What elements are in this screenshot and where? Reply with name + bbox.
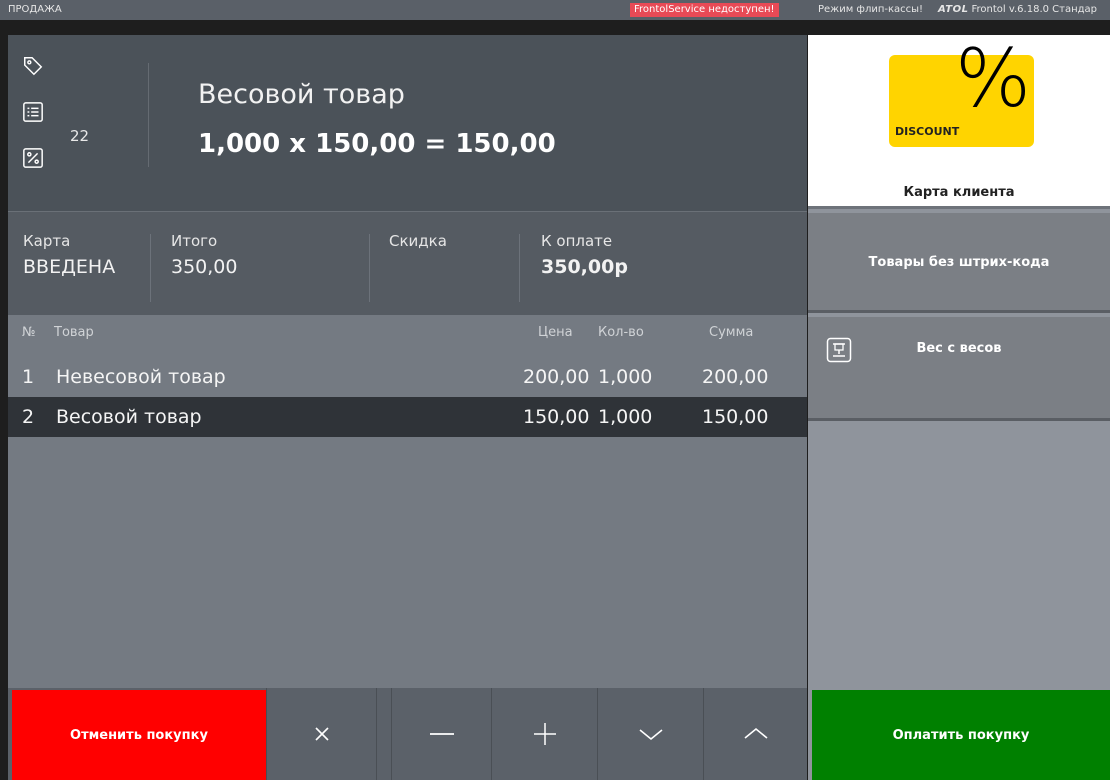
- delete-button[interactable]: [266, 688, 376, 780]
- title-bar: ПРОДАЖА FrontolService недоступен! Режим…: [0, 0, 1110, 20]
- col-num-header: №: [22, 325, 36, 340]
- row-num: 2: [22, 406, 35, 428]
- no-barcode-items-button[interactable]: Товары без штрих-кода: [808, 213, 1110, 313]
- amount-due: К оплате 350,00р: [541, 232, 628, 278]
- row-qty: 1,000: [598, 366, 653, 388]
- increase-button[interactable]: [491, 688, 597, 780]
- row-product: Весовой товар: [56, 406, 202, 428]
- function-panel: % DISCOUNT Карта клиента Товары без штри…: [808, 35, 1110, 780]
- tag-icon[interactable]: [22, 55, 44, 77]
- scale-weight-button[interactable]: Вес с весов: [808, 317, 1110, 421]
- current-item-calc: 1,000 x 150,00 = 150,00: [198, 129, 556, 159]
- subtotal: Итого 350,00: [171, 232, 237, 278]
- table-row-selected[interactable]: 2 Весовой товар 150,00 1,000 150,00: [8, 397, 807, 437]
- scroll-up-button[interactable]: [703, 688, 807, 780]
- discount-card-text: DISCOUNT: [895, 125, 960, 138]
- totals-panel: Карта ВВЕДЕНА Итого 350,00 Скидка К опла…: [8, 211, 807, 315]
- cancel-purchase-button[interactable]: Отменить покупку: [12, 690, 266, 780]
- divider: [519, 234, 520, 302]
- scale-weight-label: Вес с весов: [916, 341, 1002, 356]
- card-status: Карта ВВЕДЕНА: [23, 232, 115, 278]
- table-header: № Товар Цена Кол-во Сумма: [8, 325, 807, 347]
- action-bar: Отменить покупку: [8, 688, 807, 780]
- flip-mode-label: Режим флип-кассы!: [818, 4, 924, 15]
- decrease-button[interactable]: [391, 688, 491, 780]
- table-row[interactable]: 1 Невесовой товар 200,00 1,000 200,00: [8, 357, 807, 397]
- amount-due-label: К оплате: [541, 232, 613, 250]
- chevron-up-icon: [743, 727, 768, 739]
- app-brand: ATOL Frontol v.6.18.0 Стандар: [938, 0, 1097, 20]
- client-card-button[interactable]: % DISCOUNT Карта клиента: [808, 35, 1110, 209]
- col-qty-header: Кол-во: [598, 325, 644, 340]
- row-price: 200,00: [523, 366, 590, 388]
- pay-button[interactable]: Оплатить покупку: [812, 690, 1110, 780]
- list-icon[interactable]: [22, 101, 44, 123]
- client-card-label: Карта клиента: [903, 185, 1015, 200]
- discount-card-image: % DISCOUNT: [889, 39, 1034, 147]
- discount-total: Скидка: [389, 232, 447, 256]
- percent-symbol: %: [955, 32, 1032, 125]
- discount-label: Скидка: [389, 232, 447, 250]
- col-price-header: Цена: [538, 325, 573, 340]
- current-item-name: Весовой товар: [198, 79, 405, 110]
- mode-label: ПРОДАЖА: [8, 4, 62, 15]
- minus-icon: [429, 733, 454, 735]
- subtotal-label: Итого: [171, 232, 218, 250]
- card-status-label: Карта: [23, 232, 71, 250]
- divider: [150, 234, 151, 302]
- plus-icon: [533, 723, 556, 745]
- service-status-badge: FrontolService недоступен!: [630, 3, 779, 17]
- scroll-down-button[interactable]: [597, 688, 703, 780]
- amount-due-value: 350,00р: [541, 256, 628, 278]
- col-product-header: Товар: [54, 325, 94, 340]
- row-price: 150,00: [523, 406, 590, 428]
- sale-panel: 22 Весовой товар 1,000 x 150,00 = 150,00…: [8, 35, 807, 780]
- row-product: Невесовой товар: [56, 366, 226, 388]
- app-version: Frontol v.6.18.0 Стандар: [971, 4, 1098, 15]
- row-sum: 200,00: [702, 366, 769, 388]
- divider: [148, 63, 149, 167]
- row-sum: 150,00: [702, 406, 769, 428]
- divider: [369, 234, 370, 302]
- row-num: 1: [22, 366, 35, 388]
- card-status-value: ВВЕДЕНА: [23, 256, 116, 278]
- percent-icon[interactable]: [22, 147, 44, 169]
- col-sum-header: Сумма: [709, 325, 754, 340]
- chevron-down-icon: [638, 729, 663, 741]
- spacer: [376, 688, 391, 780]
- atol-logo: ATOL: [938, 4, 969, 15]
- item-count: 22: [70, 127, 90, 145]
- receipt-table: № Товар Цена Кол-во Сумма 1 Невесовой то…: [8, 315, 807, 688]
- subtotal-value: 350,00: [171, 256, 238, 278]
- row-qty: 1,000: [598, 406, 653, 428]
- close-icon: [314, 727, 329, 741]
- current-item-panel: 22 Весовой товар 1,000 x 150,00 = 150,00: [8, 35, 807, 211]
